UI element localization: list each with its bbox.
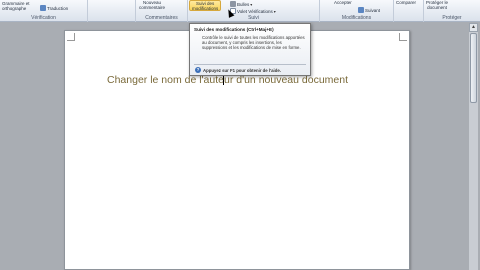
accept-label: Accepter — [334, 0, 352, 5]
protect-label-2: document — [427, 5, 447, 10]
tooltip-body: Contrôle le suivi de toutes les modifica… — [202, 35, 305, 50]
bubbles-icon — [230, 1, 236, 7]
tooltip-title: Suivi des modifications (Ctrl+Maj+E) — [194, 27, 274, 32]
group-compare: Comparer — [394, 0, 424, 22]
accept-button[interactable]: Accepter — [334, 0, 352, 5]
translate-label: Traduction — [47, 5, 69, 11]
new-comment-label-2: commentaire — [139, 5, 166, 10]
tooltip-divider — [194, 64, 306, 65]
group-label-protect: Protéger — [442, 15, 462, 21]
new-comment-button[interactable]: Nouveau commentaire — [139, 0, 165, 10]
chevron-down-icon: ▾ — [250, 1, 253, 7]
next-label: Suivant — [365, 7, 381, 13]
next-icon — [358, 7, 364, 13]
grammar-label-2: orthographe — [2, 6, 27, 11]
compare-button[interactable]: Comparer — [396, 0, 416, 5]
margin-corner-top-left — [67, 33, 75, 41]
translate-icon — [40, 5, 46, 11]
review-pane-label: Volet Vérifications — [237, 8, 273, 14]
help-icon: ? — [195, 67, 201, 73]
review-pane-button[interactable]: Volet Vérifications ▾ — [230, 8, 276, 14]
track-changes-label-2: modifications — [192, 6, 219, 11]
group-comments-main: Nouveau commentaire Commentaires — [136, 0, 188, 22]
tooltip-help: ? Appuyez sur F1 pour obtenir de l'aide. — [195, 67, 281, 73]
group-verification: Grammaire et orthographe Traduction Véri… — [0, 0, 88, 22]
group-label-comments: Commentaires — [145, 15, 178, 21]
group-changes: Accepter Suivant Modifications — [320, 0, 394, 22]
scroll-up-icon[interactable]: ▲ — [469, 23, 478, 32]
group-tracking: Suivi des modifications Bulles ▾ Volet V… — [188, 0, 320, 22]
ribbon: Grammaire et orthographe Traduction Véri… — [0, 0, 480, 22]
protect-button[interactable]: Protéger le document — [426, 0, 448, 10]
compare-label: Comparer — [396, 0, 417, 5]
group-label-verification: Vérification — [31, 15, 56, 21]
translate-button[interactable]: Traduction — [40, 5, 68, 11]
scroll-thumb[interactable] — [470, 33, 477, 103]
next-button[interactable]: Suivant — [358, 7, 380, 13]
group-protect: Protéger le document Protéger — [424, 0, 480, 22]
bubbles-label: Bulles — [237, 1, 250, 7]
tooltip-help-text: Appuyez sur F1 pour obtenir de l'aide. — [203, 67, 281, 73]
group-label-tracking: Suivi — [248, 15, 259, 21]
track-changes-tooltip: Suivi des modifications (Ctrl+Maj+E) Con… — [189, 23, 311, 76]
group-label-changes: Modifications — [341, 15, 372, 21]
vertical-scrollbar[interactable]: ▲ — [469, 23, 478, 270]
group-comments — [88, 0, 136, 22]
grammar-button[interactable]: Grammaire et orthographe — [2, 1, 30, 11]
bubbles-button[interactable]: Bulles ▾ — [230, 1, 252, 7]
chevron-down-icon: ▾ — [273, 8, 276, 14]
track-changes-button[interactable]: Suivi des modifications — [189, 0, 222, 11]
margin-corner-top-right — [399, 33, 407, 41]
